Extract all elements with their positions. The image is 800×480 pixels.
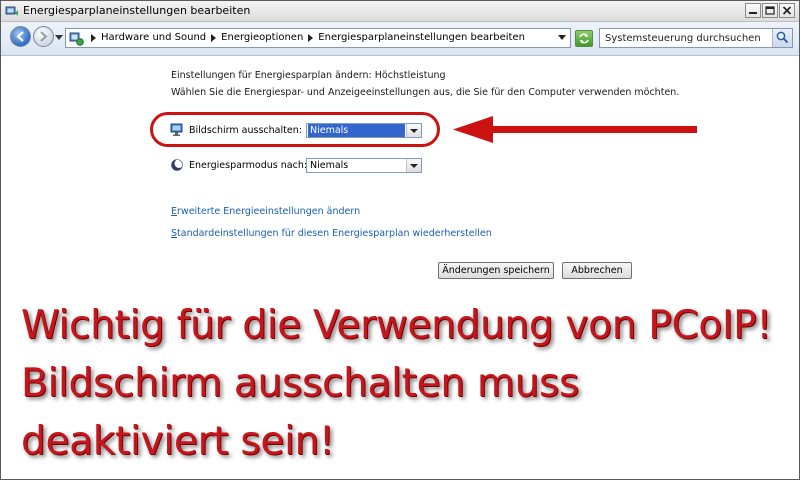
minimize-icon: [749, 12, 757, 14]
title-bar: Energiesparplaneinstellungen bearbeiten: [1, 1, 799, 22]
address-history-dropdown-icon[interactable]: [558, 35, 566, 40]
restore-link-text: tandardeinstellungen für diesen Energies…: [177, 228, 492, 239]
sleep-select[interactable]: Niemals: [306, 158, 422, 173]
breadcrumb-power-options[interactable]: Energieoptionen: [221, 32, 303, 43]
refresh-button[interactable]: [575, 30, 593, 47]
window-title: Energiesparplaneinstellungen bearbeiten: [23, 4, 251, 17]
moon-icon: [171, 159, 184, 171]
breadcrumb-hardware-sound[interactable]: Hardware und Sound: [101, 32, 206, 43]
page-title: Einstellungen für Energiesparplan ändern…: [171, 70, 446, 81]
advanced-power-settings-link[interactable]: Erweiterte Energieeinstellungen ändern: [171, 206, 360, 217]
overlay-note-line2: Bildschirm ausschalten muss: [21, 361, 580, 406]
maximize-button[interactable]: [762, 3, 778, 18]
advanced-link-text: rweiterte Energieeinstellungen ändern: [177, 206, 361, 217]
sleep-value: Niemals: [310, 160, 349, 171]
breadcrumb-edit-plan[interactable]: Energiesparplaneinstellungen bearbeiten: [318, 32, 525, 43]
refresh-icon: [579, 33, 589, 44]
explorer-window: Energiesparplaneinstellungen bearbeiten: [0, 0, 800, 480]
recent-pages-dropdown-icon[interactable]: [55, 35, 63, 41]
navigation-bar: Hardware und Sound Energieoptionen Energ…: [1, 22, 799, 56]
address-bar[interactable]: Hardware und Sound Energieoptionen Energ…: [65, 28, 571, 48]
search-button[interactable]: [772, 29, 792, 47]
forward-arrow-icon: [40, 31, 48, 42]
back-button[interactable]: [10, 26, 31, 47]
power-options-icon: [5, 6, 18, 16]
sleep-label: Energiesparmodus nach:: [189, 160, 308, 171]
overlay-note-line1: Wichtig für die Verwendung von PCoIP!: [21, 303, 772, 348]
search-box: [599, 28, 793, 48]
search-input[interactable]: [600, 29, 768, 47]
breadcrumb: Hardware und Sound Energieoptionen Energ…: [86, 32, 525, 43]
minimize-button[interactable]: [745, 3, 761, 18]
annotation-highlight-ring: [150, 112, 440, 147]
breadcrumb-separator-icon[interactable]: [211, 33, 217, 42]
overlay-note-line3: deaktiviert sein!: [21, 419, 335, 464]
chevron-down-icon[interactable]: [406, 159, 421, 172]
maximize-icon: [765, 6, 775, 15]
page-description: Wählen Sie die Energiespar- und Anzeigee…: [171, 87, 680, 98]
forward-button[interactable]: [33, 26, 54, 47]
breadcrumb-separator-icon[interactable]: [308, 33, 314, 42]
control-panel-icon: [69, 32, 84, 46]
restore-defaults-link[interactable]: Standardeinstellungen für diesen Energie…: [171, 228, 492, 239]
search-icon: [776, 31, 789, 44]
back-arrow-icon: [16, 31, 24, 42]
annotation-arrow-icon: [453, 116, 697, 143]
save-changes-button[interactable]: Änderungen speichern: [438, 262, 554, 279]
breadcrumb-separator-icon[interactable]: [91, 33, 96, 42]
close-button[interactable]: [779, 3, 795, 18]
close-icon: [782, 6, 792, 15]
cancel-button[interactable]: Abbrechen: [562, 262, 632, 279]
main-content: Einstellungen für Energiesparplan ändern…: [1, 56, 799, 479]
